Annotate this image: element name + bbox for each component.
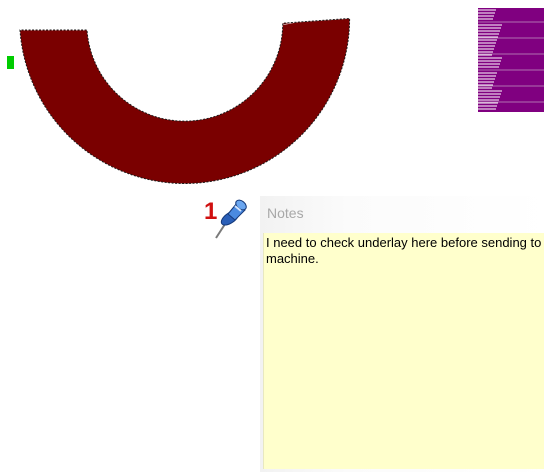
design-canvas[interactable]: 1 Notes I need to check underlay here be… (0, 0, 544, 472)
satin-arc-fill (20, 18, 350, 184)
satin-stitch-line (20, 18, 90, 19)
satin-stitch-line (278, 0, 347, 6)
satin-stitch-line (22, 0, 93, 5)
satin-stitch-line (20, 19, 90, 25)
satin-stitch-line (23, 0, 92, 3)
pushpin-icon[interactable] (210, 196, 250, 240)
satin-arc-object[interactable] (18, 0, 352, 184)
satin-stitch-line (277, 0, 344, 4)
satin-stitch-line (26, 0, 94, 1)
notes-text-area[interactable]: I need to check underlay here before sen… (263, 233, 544, 469)
satin-stitch-line (20, 21, 90, 27)
purple-satin-object[interactable] (478, 8, 544, 112)
satin-stitch-line (277, 0, 342, 2)
note-pin[interactable]: 1 (200, 196, 252, 246)
satin-stitch-line (278, 0, 344, 8)
satin-stitch-line (21, 0, 91, 12)
satin-stitch-line (20, 6, 91, 11)
satin-stitch-line (280, 0, 349, 15)
notes-title: Notes (267, 205, 304, 221)
satin-stitch-line (23, 0, 92, 7)
satin-stitch-line (20, 25, 90, 29)
satin-stitch-line (21, 0, 91, 9)
satin-stitch-line (279, 0, 349, 12)
satin-stitch-line (279, 0, 347, 10)
purple-satin-fill (478, 8, 544, 112)
satin-stitch-line (280, 8, 350, 17)
satin-stitch-line (280, 18, 350, 20)
notes-panel: Notes I need to check underlay here befo… (260, 196, 544, 472)
start-point-marker[interactable] (7, 56, 14, 69)
satin-stitch-line (280, 0, 348, 13)
satin-stitch-line (20, 18, 90, 21)
satin-stitch-line (19, 8, 90, 15)
